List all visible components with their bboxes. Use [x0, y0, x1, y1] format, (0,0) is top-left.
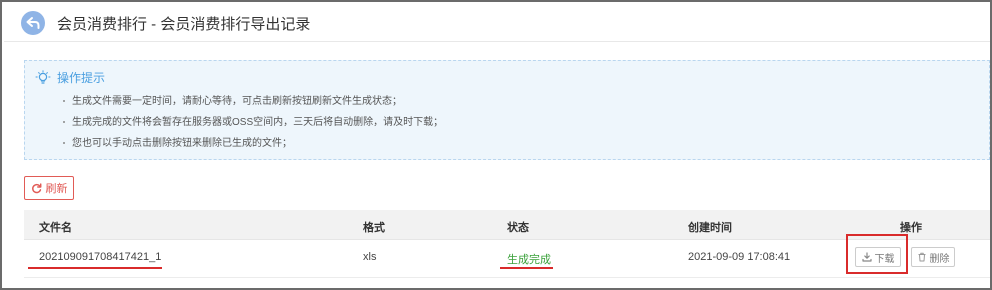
back-button[interactable]: [21, 11, 45, 35]
column-header-status: 状态: [507, 222, 529, 234]
tips-title: 操作提示: [57, 71, 106, 85]
table-row: 202109091708417421_1 xls 生成完成 2021-09-09…: [24, 234, 990, 278]
created-time-cell: 2021-09-09 17:08:41: [688, 251, 791, 263]
download-label: 下载: [874, 253, 895, 265]
tips-panel: 操作提示 生成文件需要一定时间，请耐心等待，可点击刷新按钮刷新文件生成状态； 生…: [24, 60, 990, 160]
tips-header: 操作提示: [35, 69, 105, 86]
column-header-actions: 操作: [900, 222, 922, 234]
lightbulb-icon: [35, 69, 51, 84]
delete-label: 删除: [929, 253, 950, 265]
refresh-label: 刷新: [45, 183, 68, 195]
tip-item: 生成完成的文件将会暂存在服务器或OSS空间内，三天后将自动删除，请及时下载；: [63, 116, 443, 137]
download-button[interactable]: 下载: [855, 247, 901, 267]
status-cell: 生成完成: [507, 254, 551, 266]
delete-button[interactable]: 删除: [911, 247, 955, 267]
trash-icon: [918, 252, 925, 262]
annotation-underline: [28, 267, 162, 269]
page-title: 会员消费排行 - 会员消费排行导出记录: [57, 16, 311, 33]
annotation-underline: [500, 267, 553, 269]
tip-item: 您也可以手动点击删除按钮来删除已生成的文件；: [63, 137, 443, 158]
app-window: 会员消费排行 - 会员消费排行导出记录 操作提示 生成文件需要一定时间，请耐心等…: [0, 0, 992, 290]
column-header-created: 创建时间: [688, 222, 732, 234]
filename-cell: 202109091708417421_1: [39, 251, 162, 263]
back-arrow-icon: [26, 17, 40, 29]
column-header-format: 格式: [363, 222, 385, 234]
tip-item: 生成文件需要一定时间，请耐心等待，可点击刷新按钮刷新文件生成状态；: [63, 95, 443, 116]
column-header-filename: 文件名: [39, 222, 72, 234]
refresh-icon: [31, 182, 41, 193]
download-icon: [861, 252, 872, 262]
format-cell: xls: [363, 251, 377, 263]
export-records-table: 文件名 格式 状态 创建时间 操作 202109091708417421_1 x…: [24, 210, 990, 288]
page-header: 会员消费排行 - 会员消费排行导出记录: [4, 4, 990, 42]
tips-list: 生成文件需要一定时间，请耐心等待，可点击刷新按钮刷新文件生成状态； 生成完成的文…: [63, 95, 443, 158]
refresh-button[interactable]: 刷新: [24, 176, 74, 200]
